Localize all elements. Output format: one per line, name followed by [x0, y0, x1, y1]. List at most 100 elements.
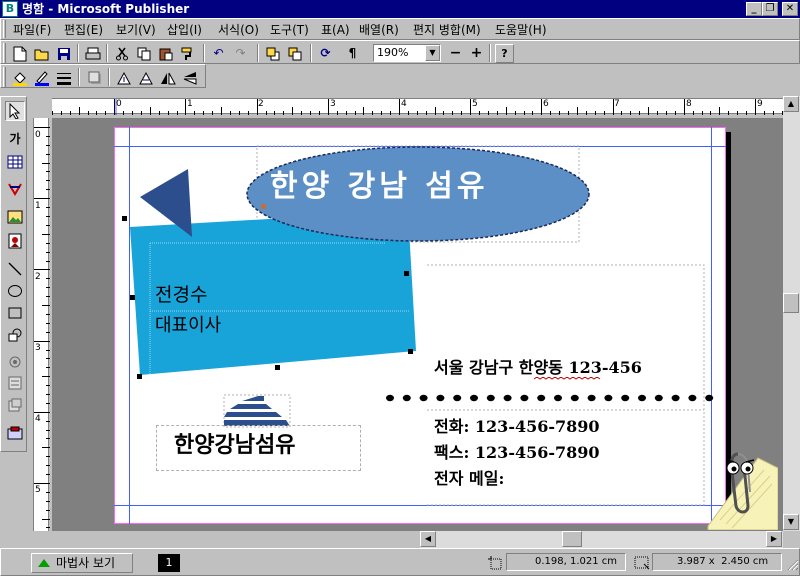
scroll-up-arrow-icon[interactable]: ▲ — [783, 96, 799, 112]
rotate-icon[interactable]: ⟳ — [316, 44, 335, 63]
vertical-ruler[interactable]: 0 1 2 3 4 5 — [33, 118, 50, 531]
toolbar-grip[interactable] — [3, 67, 6, 87]
vertical-scroll-thumb[interactable] — [783, 293, 799, 313]
horizontal-scroll-thumb[interactable] — [562, 531, 582, 547]
position-icon — [488, 556, 502, 570]
table-frame-tool-icon[interactable] — [5, 152, 25, 172]
send-to-back-icon[interactable] — [285, 44, 304, 63]
menu-insert[interactable]: 삽입(I) — [167, 22, 202, 38]
line-color-icon[interactable] — [32, 68, 51, 87]
formatting-toolbar — [0, 64, 206, 88]
scroll-right-arrow-icon[interactable]: ▶ — [766, 531, 782, 547]
h-ruler-label: 2 — [258, 99, 264, 109]
v-ruler-label: 3 — [35, 343, 41, 353]
page-navigator[interactable]: 1 — [158, 554, 180, 572]
bring-to-front-icon[interactable] — [263, 44, 282, 63]
undo-icon[interactable]: ↶ — [209, 44, 228, 63]
design-gallery-tool-icon[interactable] — [5, 423, 25, 443]
ruler-origin[interactable] — [33, 96, 49, 114]
new-icon[interactable] — [10, 44, 29, 63]
toolbar-grip[interactable] — [3, 43, 6, 63]
logo-stripes-icon[interactable] — [224, 395, 290, 429]
horizontal-ruler[interactable]: 0 1 2 3 4 5 6 7 8 9 — [52, 98, 783, 115]
h-ruler-label: 8 — [686, 99, 692, 109]
toolbar-separator — [106, 44, 108, 62]
menu-edit[interactable]: 편집(E) — [64, 22, 103, 38]
ole-object-tool-icon[interactable] — [5, 352, 25, 372]
form-control-tool-icon[interactable] — [5, 373, 25, 393]
zoom-in-icon[interactable]: + — [467, 44, 486, 63]
office-assistant-clippit-icon[interactable] — [700, 438, 779, 531]
hscroll-spacer — [27, 531, 420, 548]
dotted-divider[interactable] — [384, 392, 714, 404]
publisher-app-icon[interactable]: B — [2, 1, 18, 17]
business-card-page[interactable]: 한양 강남 섬유 전경수 대표이사 한양강남섬유 서울 강남구 한양동 123-… — [114, 127, 726, 524]
rectangle-tool-icon[interactable] — [5, 303, 25, 323]
toolbar-separator — [78, 68, 80, 86]
pointer-icon[interactable] — [5, 101, 25, 121]
clip-gallery-tool-icon[interactable] — [5, 231, 25, 251]
v-ruler-label: 0 — [35, 130, 41, 140]
shadow-icon[interactable] — [85, 68, 104, 87]
help-icon[interactable]: ? — [495, 44, 514, 63]
email-text[interactable]: 전자 메일: — [434, 468, 504, 490]
cut-icon[interactable] — [112, 44, 131, 63]
flip-vertical-icon[interactable] — [180, 68, 199, 87]
line-border-style-icon[interactable] — [54, 68, 73, 87]
menu-format[interactable]: 서식(O) — [218, 22, 259, 38]
menu-tools[interactable]: 도구(T) — [270, 22, 309, 38]
menu-file[interactable]: 파일(F) — [13, 22, 51, 38]
fill-color-icon[interactable] — [10, 68, 29, 87]
minimize-button[interactable]: _ — [746, 2, 762, 16]
fax-text[interactable]: 팩스: 123-456-7890 — [434, 442, 600, 464]
position-readout: 0.198, 1.021 cm — [506, 553, 626, 571]
html-code-tool-icon[interactable] — [5, 395, 25, 415]
rotate-right-icon[interactable] — [136, 68, 155, 87]
company-banner-text[interactable]: 한양 강남 섬유 — [270, 167, 489, 207]
logo-text[interactable]: 한양강남섬유 — [174, 431, 295, 461]
person-name[interactable]: 전경수 — [155, 283, 207, 307]
text-frame-tool-icon[interactable]: 가 — [5, 129, 25, 149]
line-tool-icon[interactable] — [5, 259, 25, 279]
logo-text-frame[interactable]: 한양강남섬유 — [156, 425, 361, 471]
show-special-characters-icon[interactable]: ¶ — [343, 44, 362, 63]
triangle-shape[interactable] — [138, 169, 198, 239]
menu-arrange[interactable]: 배열(R) — [359, 22, 399, 38]
toolbar-separator — [489, 44, 491, 62]
person-title[interactable]: 대표이사 — [155, 314, 221, 338]
rotate-left-icon[interactable] — [114, 68, 133, 87]
format-painter-icon[interactable] — [178, 44, 197, 63]
zoom-select[interactable]: 190% ▼ — [373, 44, 441, 62]
picture-frame-tool-icon[interactable] — [5, 207, 25, 227]
phone-text[interactable]: 전화: 123-456-7890 — [434, 416, 600, 438]
wordart-tool-icon[interactable] — [5, 179, 25, 199]
horizontal-scrollbar[interactable]: ◀ ▶ — [420, 531, 800, 548]
copy-icon[interactable] — [134, 44, 153, 63]
show-wizard-button[interactable]: 마법사 보기 — [31, 553, 133, 573]
redo-icon[interactable]: ↷ — [231, 44, 250, 63]
restore-button[interactable]: ❐ — [762, 2, 778, 16]
print-icon[interactable] — [83, 44, 102, 63]
publication-workspace[interactable]: 한양 강남 섬유 전경수 대표이사 한양강남섬유 서울 강남구 한양동 123-… — [52, 118, 783, 531]
menu-grip[interactable] — [3, 20, 6, 38]
address-text[interactable]: 서울 강남구 한양동 123-456 — [434, 357, 642, 379]
chevron-down-icon[interactable]: ▼ — [425, 45, 440, 61]
scroll-down-arrow-icon[interactable]: ▼ — [783, 514, 799, 530]
oval-tool-icon[interactable] — [5, 281, 25, 301]
toolbar-empty-area — [206, 64, 800, 88]
open-folder-icon[interactable] — [32, 44, 51, 63]
close-button[interactable]: ✕ — [782, 2, 798, 16]
menu-help[interactable]: 도움말(H) — [495, 22, 547, 38]
wizard-button-label: 마법사 보기 — [56, 556, 116, 570]
zoom-out-icon[interactable]: − — [446, 44, 465, 63]
save-icon[interactable] — [54, 44, 73, 63]
custom-shapes-tool-icon[interactable] — [5, 325, 25, 345]
vertical-scrollbar[interactable]: ▲ ▼ — [783, 96, 800, 531]
scroll-left-arrow-icon[interactable]: ◀ — [420, 531, 436, 547]
resize-grip-icon[interactable] — [785, 557, 799, 571]
menu-mail-merge[interactable]: 편지 병합(M) — [413, 22, 481, 38]
menu-table[interactable]: 표(A) — [321, 22, 350, 38]
paste-icon[interactable] — [156, 44, 175, 63]
flip-horizontal-icon[interactable] — [158, 68, 177, 87]
menu-view[interactable]: 보기(V) — [116, 22, 156, 38]
